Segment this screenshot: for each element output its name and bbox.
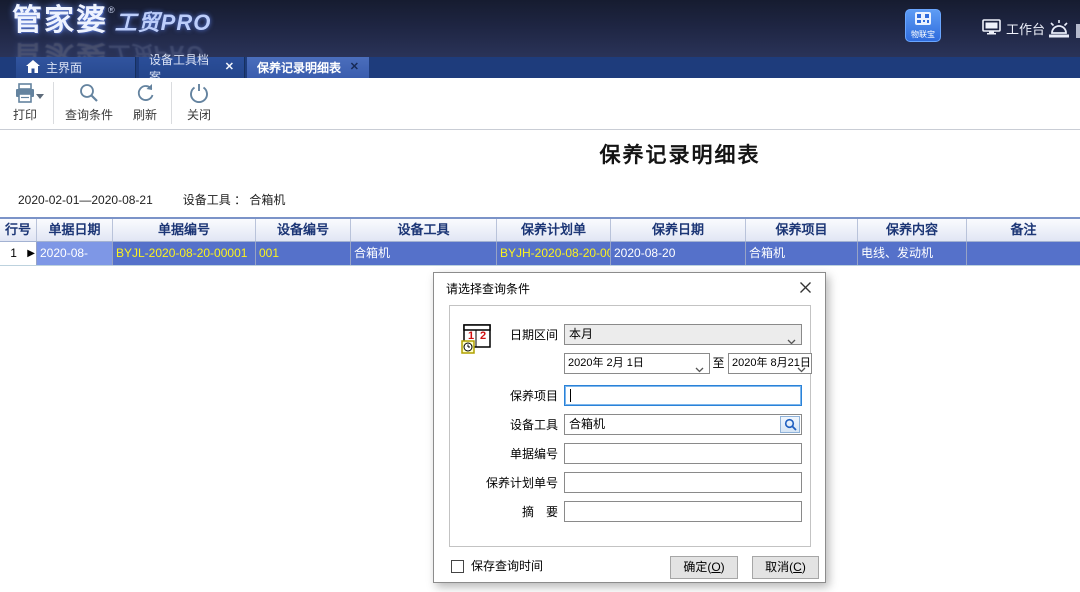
report-date-range: 2020-02-01—2020-08-21	[18, 193, 153, 207]
logo-main-text: 管家婆	[12, 4, 108, 37]
period-label: 日期区间	[434, 324, 558, 346]
query-conditions-button[interactable]: 查询条件	[57, 81, 121, 127]
chevron-down-icon	[787, 332, 796, 345]
toolbar: 打印 查询条件 刷新 关闭	[0, 78, 1080, 130]
period-select[interactable]: 本月	[564, 324, 802, 345]
top-header-bar: 管家婆®工贸PRO 管家婆工贸PRO 物联宝 工作台	[0, 0, 1080, 57]
search-icon	[78, 81, 100, 105]
plan-no-input[interactable]	[564, 472, 802, 493]
cell-plan-no[interactable]: BYJH-2020-08-20-00001	[497, 242, 611, 265]
refresh-label: 刷新	[133, 106, 157, 123]
row-marker-icon: ▶	[27, 249, 35, 259]
alarm-icon[interactable]	[1046, 18, 1072, 40]
report-filter-summary: 2020-02-01—2020-08-21 设备工具 ： 合箱机	[18, 191, 285, 208]
col-header-plan-no[interactable]: 保养计划单	[497, 219, 611, 241]
save-query-time-checkbox[interactable]	[451, 560, 464, 573]
doc-no-input[interactable]	[564, 443, 802, 464]
col-header-device-no[interactable]: 设备编号	[256, 219, 351, 241]
col-header-remark[interactable]: 备注	[967, 219, 1080, 241]
plan-no-label: 保养计划单号	[434, 472, 558, 494]
col-header-device[interactable]: 设备工具	[351, 219, 497, 241]
cell-content[interactable]: 电线、发动机	[858, 242, 967, 265]
toolbar-separator	[53, 82, 54, 124]
tab-close-icon[interactable]: ✕	[225, 62, 234, 73]
tab-label: 保养记录明细表	[257, 59, 341, 76]
dialog-title: 请选择查询条件	[446, 280, 530, 297]
doc-no-label: 单据编号	[434, 443, 558, 465]
workbench-button[interactable]: 工作台	[982, 19, 1045, 38]
chevron-down-icon	[797, 361, 806, 374]
device-label: 设备工具	[434, 414, 558, 436]
col-header-content[interactable]: 保养内容	[858, 219, 967, 241]
tab-bar: 主界面 设备工具档案 ✕ 保养记录明细表 ✕	[0, 57, 1080, 78]
iot-badge-label: 物联宝	[911, 30, 935, 40]
device-input[interactable]: 合箱机	[564, 414, 802, 435]
col-header-doc-no[interactable]: 单据编号	[113, 219, 256, 241]
report-title: 保养记录明细表	[558, 139, 802, 169]
refresh-button[interactable]: 刷新	[121, 81, 169, 127]
logo-registered-mark: ®	[108, 5, 115, 15]
dialog-close-icon[interactable]	[797, 279, 813, 295]
col-header-doc-date[interactable]: 单据日期	[37, 219, 113, 241]
device-lookup-button[interactable]	[780, 416, 800, 433]
col-header-item[interactable]: 保养项目	[746, 219, 858, 241]
cell-remark[interactable]	[967, 242, 1080, 265]
toolbar-separator	[171, 82, 172, 124]
cell-doc-date[interactable]: 2020-08-	[37, 242, 113, 265]
memo-input[interactable]	[564, 501, 802, 522]
col-header-rowno[interactable]: 行号	[0, 219, 37, 241]
close-button[interactable]: 关闭	[175, 81, 223, 127]
tab-close-icon[interactable]: ✕	[350, 62, 359, 73]
query-label: 查询条件	[65, 106, 113, 123]
print-dropdown-caret-icon[interactable]	[36, 94, 44, 99]
power-icon	[189, 81, 209, 105]
cell-maint-date[interactable]: 2020-08-20	[611, 242, 746, 265]
close-label: 关闭	[187, 106, 211, 123]
tab-main-screen[interactable]: 主界面	[16, 57, 136, 78]
cell-item[interactable]: 合箱机	[746, 242, 858, 265]
save-query-time-label: 保存查询时间	[471, 555, 543, 577]
qr-code-icon	[915, 12, 931, 30]
text-caret	[570, 389, 571, 402]
to-label: 至	[711, 353, 726, 374]
print-label: 打印	[13, 106, 37, 123]
query-condition-dialog: 请选择查询条件 1 2 日期区间 本月	[433, 272, 826, 583]
col-header-maint-date[interactable]: 保养日期	[611, 219, 746, 241]
tab-device-archive[interactable]: 设备工具档案 ✕	[139, 57, 245, 78]
logo-sub-text: 工贸PRO	[115, 10, 212, 35]
table-row[interactable]: 1 ▶ 2020-08- BYJL-2020-08-20-00001 001 合…	[0, 242, 1080, 266]
memo-label: 摘 要	[434, 501, 558, 523]
cell-device-no[interactable]: 001	[256, 242, 351, 265]
records-table: 行号 单据日期 单据编号 设备编号 设备工具 保养计划单 保养日期 保养项目 保…	[0, 217, 1080, 266]
cancel-button[interactable]: 取消(C)	[752, 556, 819, 579]
tab-maintenance-record[interactable]: 保养记录明细表 ✕	[247, 57, 369, 78]
cell-doc-no[interactable]: BYJL-2020-08-20-00001	[113, 242, 256, 265]
date-to-picker[interactable]: 2020年 8月21日	[728, 353, 812, 374]
app-logo: 管家婆®工贸PRO	[12, 6, 211, 36]
ok-button[interactable]: 确定(O)	[670, 556, 738, 579]
iot-badge-button[interactable]: 物联宝	[905, 9, 941, 42]
app-window: 管家婆®工贸PRO 管家婆工贸PRO 物联宝 工作台 主界面 设备	[0, 0, 1080, 592]
workbench-label: 工作台	[1006, 19, 1045, 38]
printer-icon	[14, 81, 36, 105]
clipped-glyph-fragment	[1076, 24, 1080, 38]
chevron-down-icon	[695, 361, 704, 374]
cell-rowno[interactable]: 1 ▶	[0, 242, 37, 265]
report-device-filter: 设备工具 ： 合箱机	[183, 193, 286, 207]
maint-item-label: 保养项目	[434, 385, 558, 407]
monitor-icon	[982, 19, 1001, 38]
refresh-icon	[135, 81, 156, 105]
tab-label: 主界面	[46, 59, 82, 76]
table-header-row: 行号 单据日期 单据编号 设备编号 设备工具 保养计划单 保养日期 保养项目 保…	[0, 217, 1080, 242]
cell-device[interactable]: 合箱机	[351, 242, 497, 265]
maint-item-input[interactable]	[564, 385, 802, 406]
date-from-picker[interactable]: 2020年 2月 1日	[564, 353, 710, 374]
print-button[interactable]: 打印	[0, 81, 50, 127]
home-icon	[26, 60, 40, 76]
